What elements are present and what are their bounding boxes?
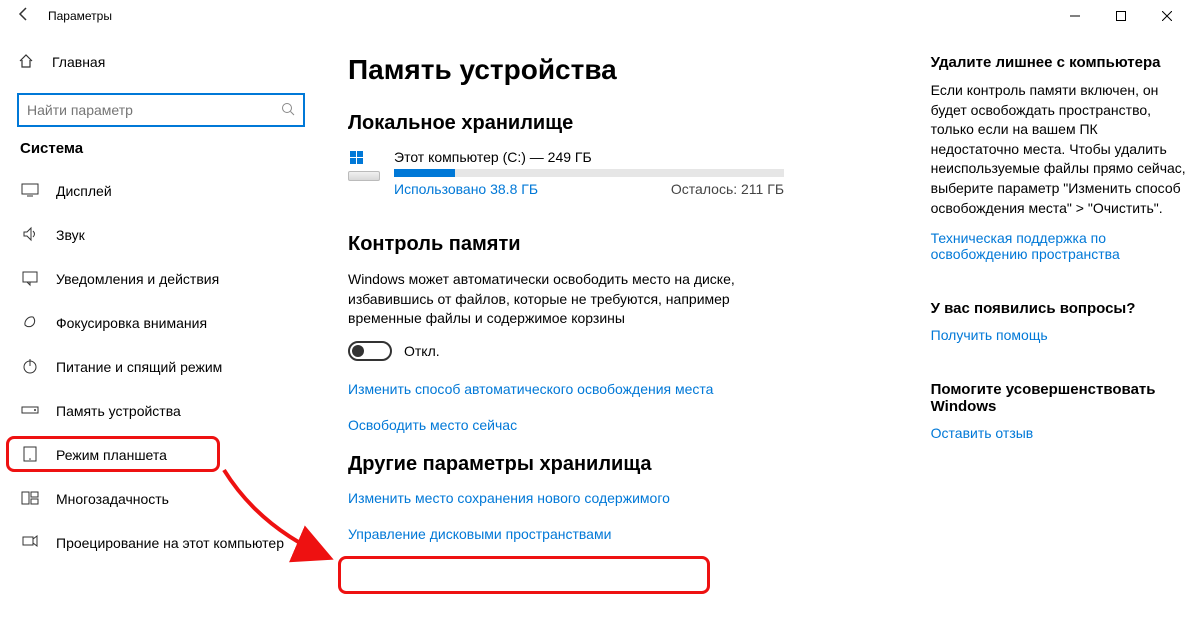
notifications-icon bbox=[20, 269, 40, 290]
home-icon bbox=[16, 53, 36, 72]
drive-name: Этот компьютер (C:) — 249 ГБ bbox=[394, 149, 907, 165]
used-label: Использовано 38.8 ГБ bbox=[394, 181, 538, 197]
focus-icon bbox=[20, 313, 40, 334]
questions-heading: У вас появились вопросы? bbox=[931, 300, 1190, 317]
nav-label: Звук bbox=[56, 227, 85, 243]
link-tech-support[interactable]: Техническая поддержка по освобождению пр… bbox=[931, 230, 1190, 262]
tip-desc: Если контроль памяти включен, он будет о… bbox=[931, 81, 1190, 218]
titlebar: Параметры bbox=[0, 0, 1190, 32]
multitask-icon bbox=[20, 489, 40, 510]
storage-sense-desc: Windows может автоматически освободить м… bbox=[348, 270, 778, 329]
display-icon bbox=[20, 181, 40, 202]
sidebar-item-display[interactable]: Дисплей bbox=[16, 169, 320, 213]
storage-icon bbox=[20, 401, 40, 422]
tablet-icon bbox=[20, 445, 40, 466]
nav-label: Фокусировка внимания bbox=[56, 315, 207, 331]
link-change-auto-free[interactable]: Изменить способ автоматического освобожд… bbox=[348, 381, 907, 397]
other-storage-heading: Другие параметры хранилища bbox=[348, 453, 907, 476]
project-icon bbox=[20, 533, 40, 554]
sidebar-item-tablet[interactable]: Режим планшета bbox=[16, 433, 320, 477]
sidebar: Главная Система Дисплей Звук Уведомления… bbox=[0, 32, 320, 633]
maximize-button[interactable] bbox=[1098, 0, 1144, 32]
window-title: Параметры bbox=[48, 9, 112, 23]
sidebar-item-focus[interactable]: Фокусировка внимания bbox=[16, 301, 320, 345]
usage-bar bbox=[394, 169, 784, 177]
back-button[interactable] bbox=[8, 6, 40, 27]
nav-label: Режим планшета bbox=[56, 447, 167, 463]
main-content: Память устройства Локальное хранилище Эт… bbox=[320, 32, 1190, 633]
nav-label: Многозадачность bbox=[56, 491, 169, 507]
search-input[interactable] bbox=[18, 94, 304, 126]
sound-icon bbox=[20, 225, 40, 246]
drive-row[interactable]: Этот компьютер (C:) — 249 ГБ Использован… bbox=[348, 149, 907, 197]
search-field[interactable] bbox=[27, 102, 281, 118]
close-button[interactable] bbox=[1144, 0, 1190, 32]
sidebar-item-multitask[interactable]: Многозадачность bbox=[16, 477, 320, 521]
sidebar-item-project[interactable]: Проецирование на этот компьютер bbox=[16, 521, 320, 565]
minimize-button[interactable] bbox=[1052, 0, 1098, 32]
window-controls bbox=[1052, 0, 1190, 32]
home-label: Главная bbox=[52, 54, 105, 70]
local-storage-heading: Локальное хранилище bbox=[348, 112, 907, 135]
right-column: Удалите лишнее с компьютера Если контрол… bbox=[931, 54, 1190, 633]
nav-label: Память устройства bbox=[56, 403, 181, 419]
nav-label: Питание и спящий режим bbox=[56, 359, 222, 375]
tip-heading: Удалите лишнее с компьютера bbox=[931, 54, 1190, 71]
nav-label: Уведомления и действия bbox=[56, 271, 219, 287]
sidebar-item-notifications[interactable]: Уведомления и действия bbox=[16, 257, 320, 301]
page-title: Память устройства bbox=[348, 54, 907, 86]
free-label: Осталось: 211 ГБ bbox=[671, 181, 784, 197]
group-title: Система bbox=[20, 140, 320, 157]
search-icon bbox=[281, 102, 295, 119]
storage-sense-toggle[interactable] bbox=[348, 341, 392, 361]
link-manage-storage-spaces[interactable]: Управление дисковыми пространствами bbox=[348, 526, 907, 542]
home-link[interactable]: Главная bbox=[16, 42, 320, 82]
storage-sense-heading: Контроль памяти bbox=[348, 233, 907, 256]
sidebar-item-sound[interactable]: Звук bbox=[16, 213, 320, 257]
nav-label: Проецирование на этот компьютер bbox=[56, 535, 284, 551]
link-change-save-location[interactable]: Изменить место сохранения нового содержи… bbox=[348, 490, 907, 506]
drive-icon bbox=[348, 149, 380, 181]
power-icon bbox=[20, 357, 40, 378]
sidebar-item-storage[interactable]: Память устройства bbox=[16, 389, 320, 433]
link-get-help[interactable]: Получить помощь bbox=[931, 327, 1190, 343]
feedback-heading: Помогите усовершенствовать Windows bbox=[931, 381, 1190, 415]
sidebar-item-power[interactable]: Питание и спящий режим bbox=[16, 345, 320, 389]
link-feedback[interactable]: Оставить отзыв bbox=[931, 425, 1190, 441]
nav-label: Дисплей bbox=[56, 183, 112, 199]
link-free-now[interactable]: Освободить место сейчас bbox=[348, 417, 907, 433]
toggle-label: Откл. bbox=[404, 343, 440, 359]
